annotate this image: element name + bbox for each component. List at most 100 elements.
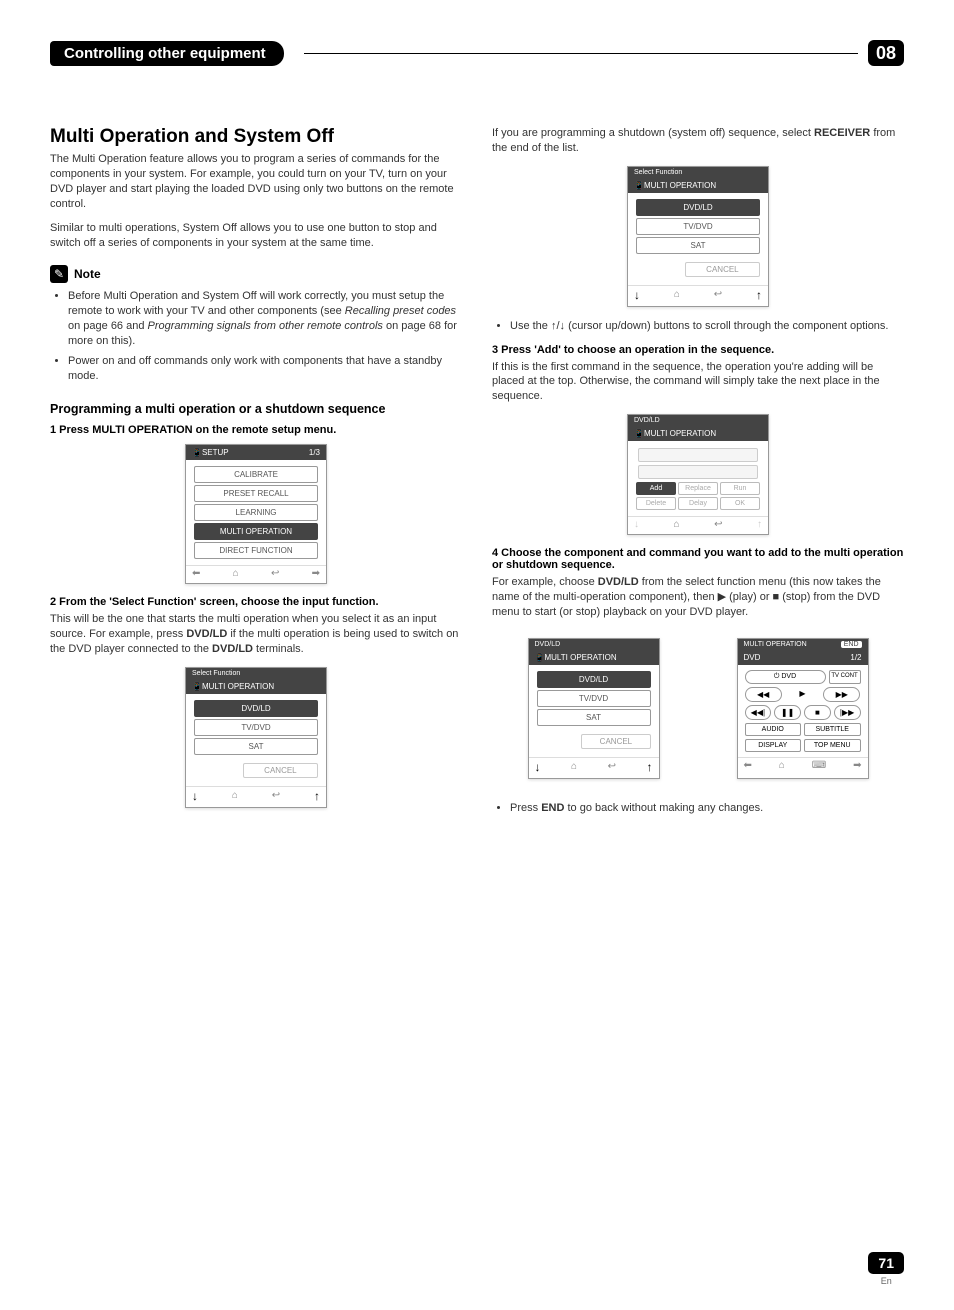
dvdA-dvd-ld[interactable]: DVD/LD xyxy=(537,671,651,688)
dvdA-cancel[interactable]: CANCEL xyxy=(581,734,650,749)
arrow-up-icon: ↑ xyxy=(757,519,762,530)
delay-button[interactable]: Delay xyxy=(678,497,718,510)
dvdB-title: DVD xyxy=(744,653,761,662)
note-item-2: Power on and off commands only work with… xyxy=(68,354,462,384)
pause-button[interactable]: ❚❚ xyxy=(774,705,801,720)
step-3: 3 Press 'Add' to choose an operation in … xyxy=(492,344,904,356)
arrow-down-icon: ↓ xyxy=(535,760,541,774)
menu-multi-operation[interactable]: MULTI OPERATION xyxy=(194,523,318,540)
note-item-1: Before Multi Operation and System Off wi… xyxy=(68,289,462,348)
step-4-paragraph: For example, choose DVD/LD from the sele… xyxy=(492,575,904,620)
step-4: 4 Choose the component and command you w… xyxy=(492,547,904,571)
ok-button[interactable]: OK xyxy=(720,497,760,510)
arrow-down-icon: ↓ xyxy=(634,288,640,302)
sf-sat[interactable]: SAT xyxy=(194,738,318,755)
cancel-button[interactable]: CANCEL xyxy=(243,763,318,778)
top-menu-button[interactable]: TOP MENU xyxy=(804,739,861,752)
delete-button[interactable]: Delete xyxy=(636,497,676,510)
setup-page-indicator: 1/3 xyxy=(309,448,320,457)
step-2: 2 From the 'Select Function' screen, cho… xyxy=(50,596,462,608)
chapter-header: Controlling other equipment 08 xyxy=(50,40,904,66)
end-bullet-item: Press END to go back without making any … xyxy=(510,801,904,816)
arrow-down-icon: ↓ xyxy=(634,519,639,530)
right-column: If you are programming a shutdown (syste… xyxy=(492,126,904,825)
menu-preset-recall[interactable]: PRESET RECALL xyxy=(194,485,318,502)
dvd-select-screen: DVD/LD 📱MULTI OPERATION DVD/LD TV/DVD SA… xyxy=(528,638,660,779)
sf-tv-dvd-r[interactable]: TV/DVD xyxy=(636,218,760,235)
mo-sub: DVD/LD xyxy=(628,415,768,426)
arrow-left-icon: ⬅ xyxy=(192,568,200,579)
arrow-up-icon: ↑ xyxy=(756,288,762,302)
sf-dvd-ld[interactable]: DVD/LD xyxy=(194,700,318,717)
right-paragraph-1: If you are programming a shutdown (syste… xyxy=(492,126,904,156)
dvd-screens-pair: DVD/LD 📱MULTI OPERATION DVD/LD TV/DVD SA… xyxy=(492,630,904,791)
page-number-block: 71 En xyxy=(868,1252,904,1286)
arrow-up-icon: ↑ xyxy=(646,760,652,774)
note-label: Note xyxy=(74,267,101,281)
chapter-number: 08 xyxy=(868,40,904,66)
cursor-bullet-item: Use the ↑/↓ (cursor up/down) buttons to … xyxy=(510,319,904,334)
dvdA-sub: DVD/LD xyxy=(529,639,659,650)
sf-title: MULTI OPERATION xyxy=(202,682,274,691)
play-button[interactable]: ▶ xyxy=(785,687,820,702)
end-badge[interactable]: END xyxy=(841,641,862,648)
stop-button[interactable]: ■ xyxy=(804,705,831,720)
sf-tv-dvd[interactable]: TV/DVD xyxy=(194,719,318,736)
header-divider xyxy=(304,53,858,54)
display-button[interactable]: DISPLAY xyxy=(745,739,802,752)
intro-paragraph-1: The Multi Operation feature allows you t… xyxy=(50,152,462,211)
dvd-power-button[interactable]: ⏻ DVD xyxy=(745,670,826,684)
home-icon: ⌂ xyxy=(674,519,680,530)
menu-learning[interactable]: LEARNING xyxy=(194,504,318,521)
audio-button[interactable]: AUDIO xyxy=(745,723,802,736)
return-icon: ↩ xyxy=(714,289,722,300)
left-column: Multi Operation and System Off The Multi… xyxy=(50,126,462,825)
select-function-screen-right: Select Function 📱MULTI OPERATION DVD/LD … xyxy=(627,166,769,307)
prev-button[interactable]: ◀◀ xyxy=(745,687,782,702)
subtitle-button[interactable]: SUBTITLE xyxy=(804,723,861,736)
menu-direct-function[interactable]: DIRECT FUNCTION xyxy=(194,542,318,559)
mo-title: MULTI OPERATION xyxy=(644,429,716,438)
run-button[interactable]: Run xyxy=(720,482,760,495)
note-header: ✎ Note xyxy=(50,265,462,283)
menu-calibrate[interactable]: CALIBRATE xyxy=(194,466,318,483)
dvdB-page: 1/2 xyxy=(850,653,861,662)
scan-back-button[interactable]: ◀◀| xyxy=(745,705,772,720)
arrow-down-icon: ↓ xyxy=(192,789,198,803)
sf-dvd-ld-r[interactable]: DVD/LD xyxy=(636,199,760,216)
arrow-right-icon: ➡ xyxy=(312,568,320,579)
next-button[interactable]: ▶▶ xyxy=(823,687,860,702)
dvdA-tv-dvd[interactable]: TV/DVD xyxy=(537,690,651,707)
cursor-bullet: Use the ↑/↓ (cursor up/down) buttons to … xyxy=(492,319,904,334)
sf-subtitle: Select Function xyxy=(186,668,326,679)
select-function-screen-left: Select Function 📱MULTI OPERATION DVD/LD … xyxy=(185,667,327,808)
return-icon: ↩ xyxy=(272,790,280,801)
home-icon: ⌂ xyxy=(779,760,785,771)
cancel-button-r[interactable]: CANCEL xyxy=(685,262,760,277)
scan-fwd-button[interactable]: |▶▶ xyxy=(834,705,861,720)
tv-cont-button[interactable]: TV CONT xyxy=(829,670,861,684)
sf-sat-r[interactable]: SAT xyxy=(636,237,760,254)
home-icon: ⌂ xyxy=(674,289,680,300)
return-icon: ↩ xyxy=(608,761,616,772)
setup-screen: 📱SETUP 1/3 CALIBRATE PRESET RECALL LEARN… xyxy=(185,444,327,584)
step-3-paragraph: If this is the first command in the sequ… xyxy=(492,360,904,405)
replace-button[interactable]: Replace xyxy=(678,482,718,495)
home-icon: ⌂ xyxy=(571,761,577,772)
dvdA-title: MULTI OPERATION xyxy=(544,653,616,662)
subsection-heading: Programming a multi operation or a shutd… xyxy=(50,402,462,416)
pencil-icon: ✎ xyxy=(50,265,68,283)
page-lang: En xyxy=(868,1276,904,1286)
sequence-slot-1 xyxy=(638,448,758,462)
chapter-title: Controlling other equipment xyxy=(50,41,284,66)
add-button[interactable]: Add xyxy=(636,482,676,495)
arrow-right-icon: ➡ xyxy=(853,760,861,771)
step-2-paragraph: This will be the one that starts the mul… xyxy=(50,612,462,657)
home-icon: ⌂ xyxy=(232,790,238,801)
dvdA-sat[interactable]: SAT xyxy=(537,709,651,726)
section-heading: Multi Operation and System Off xyxy=(50,126,462,148)
setup-title: 📱SETUP xyxy=(192,448,229,457)
multi-operation-add-screen: DVD/LD 📱MULTI OPERATION Add Replace Run … xyxy=(627,414,769,535)
home-icon: ⌂ xyxy=(233,568,239,579)
arrow-left-icon: ⬅ xyxy=(744,760,752,771)
